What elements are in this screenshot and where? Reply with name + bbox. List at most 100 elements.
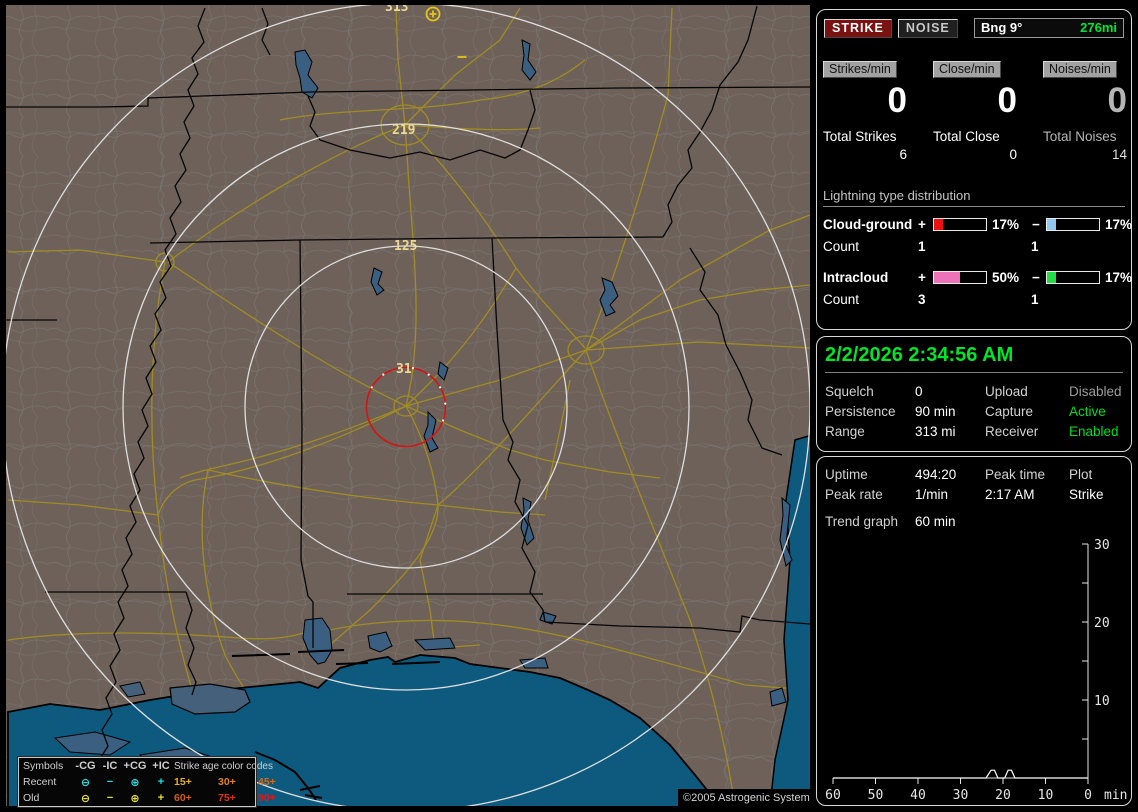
close-per-min-value: 0 <box>997 81 1017 120</box>
legend-col-neg-ic: -IC <box>102 760 118 772</box>
y-tick-20: 20 <box>1094 616 1110 631</box>
copyright-text: ©2005 Astrogenic Systems <box>683 792 812 804</box>
age-30: 30+ <box>218 776 236 788</box>
ic-positive-bar <box>933 270 987 284</box>
y-tick-10: 10 <box>1094 694 1110 709</box>
age-90: 90+ <box>258 792 276 804</box>
receiver-status: Enabled <box>1069 424 1119 439</box>
close-per-min-button[interactable]: Close/min <box>933 61 1001 78</box>
noises-per-min-button[interactable]: Noises/min <box>1043 61 1117 78</box>
ic-negative-pct: 17% <box>1105 269 1133 285</box>
squelch-value: 0 <box>915 384 923 399</box>
cg-negative-pct: 17% <box>1105 216 1133 232</box>
x-tick-10: 10 <box>1038 788 1054 803</box>
total-close-value: 0 <box>1009 147 1017 162</box>
strikes-column: Strikes/min 0 Total Strikes 6 <box>823 61 911 162</box>
legend-old-label: Old <box>23 792 40 804</box>
x-tick-30: 30 <box>953 788 969 803</box>
ic-positive-count: 3 <box>918 292 926 307</box>
old-pos-ic-icon: + <box>157 792 165 804</box>
minus-sign: − <box>1032 216 1040 232</box>
nexstorm-window: { "map": { "range_ring_labels": ["313", … <box>0 0 1138 812</box>
total-strikes-value: 6 <box>899 147 907 162</box>
trend-graph: 30 20 10 60 50 40 30 20 10 0 min <box>825 538 1127 803</box>
upload-status: Disabled <box>1069 384 1122 399</box>
ring-label-313: 313 <box>385 0 408 15</box>
intracloud-label: Intracloud <box>823 269 889 285</box>
datetime-display: 2/2/2026 2:34:56 AM <box>825 344 1123 373</box>
cg-positive-bar <box>933 217 987 231</box>
total-strikes-label: Total Strikes <box>823 129 897 144</box>
old-neg-ic-icon: − <box>106 792 114 804</box>
noises-column: Noises/min 0 Total Noises 14 <box>1043 61 1131 162</box>
age-75: 75+ <box>218 792 236 804</box>
bearing-value: Bng 9° <box>981 20 1023 35</box>
plot-value: Strike <box>1069 487 1104 502</box>
age-45: 45+ <box>258 776 276 788</box>
peak-time-value: 2:17 AM <box>985 487 1035 502</box>
peak-rate-value: 1/min <box>915 487 949 502</box>
ring-label-31: 31 <box>396 362 412 377</box>
persistence-label: Persistence <box>825 404 896 419</box>
old-neg-cg-icon: ⊖ <box>80 792 91 805</box>
receiver-label: Receiver <box>985 424 1039 439</box>
peak-time-label: Peak time <box>985 467 1046 482</box>
close-column: Close/min 0 Total Close 0 <box>933 61 1021 162</box>
cloud-ground-row: Cloud-ground + 17% − 17% <box>823 215 1132 233</box>
uptime-label: Uptime <box>825 467 868 482</box>
age-60: 60+ <box>174 792 192 804</box>
noises-per-min-value: 0 <box>1107 81 1127 120</box>
ic-negative-count: 1 <box>1031 292 1039 307</box>
capture-label: Capture <box>985 404 1034 419</box>
legend-col-pos-ic: +IC <box>152 760 170 772</box>
x-tick-20: 20 <box>995 788 1011 803</box>
cg-positive-pct: 17% <box>992 216 1020 232</box>
x-tick-40: 40 <box>910 788 926 803</box>
upload-label: Upload <box>985 384 1028 399</box>
strike-mode-button[interactable]: STRIKE <box>824 18 892 38</box>
y-tick-30: 30 <box>1094 538 1110 553</box>
plus-sign: + <box>918 269 926 285</box>
ic-positive-pct: 50% <box>992 269 1020 285</box>
legend-symbols-title: Symbols <box>23 760 64 772</box>
count-label: Count <box>823 239 860 254</box>
trend-series <box>833 769 1088 779</box>
count-label: Count <box>823 292 860 307</box>
age-15: 15+ <box>174 776 192 788</box>
ic-negative-bar <box>1046 270 1100 284</box>
squelch-label: Squelch <box>825 384 874 399</box>
uptime-value: 494:20 <box>915 467 957 482</box>
cloud-ground-count-row: Count 1 1 <box>823 239 1125 256</box>
lightning-map[interactable]: 313 219 125 31 ©2005 Astrogenic Systems <box>0 0 812 812</box>
cg-negative-count: 1 <box>1031 239 1039 254</box>
old-pos-cg-icon: ⊕ <box>130 792 140 805</box>
cg-negative-bar <box>1046 217 1100 231</box>
recent-pos-cg-icon: ⊕ <box>130 776 140 789</box>
x-tick-60: 60 <box>825 788 841 803</box>
x-tick-0: 0 <box>1084 788 1092 803</box>
strike-stats-panel: STRIKE NOISE Bng 9° 276mi Strikes/min 0 … <box>816 9 1132 330</box>
range-value: 313 mi <box>915 424 956 439</box>
trend-graph-value[interactable]: 60 min <box>915 514 1123 529</box>
intracloud-row: Intracloud + 50% − 17% <box>823 268 1132 286</box>
legend-col-pos-cg: +CG <box>123 760 147 772</box>
capture-status: Active <box>1069 404 1106 419</box>
plus-sign: + <box>918 216 926 232</box>
distribution-title: Lightning type distribution <box>823 188 1125 207</box>
ring-label-125: 125 <box>394 239 417 254</box>
strikes-per-min-value: 0 <box>887 81 907 120</box>
map-legend: Symbols -CG -IC +CG +IC Strike age color… <box>17 756 276 808</box>
cloud-ground-label: Cloud-ground <box>823 216 913 232</box>
noise-mode-button[interactable]: NOISE <box>897 18 958 38</box>
intracloud-count-row: Count 3 1 <box>823 292 1125 309</box>
strikes-per-min-button[interactable]: Strikes/min <box>823 61 897 78</box>
status-panel: 2/2/2026 2:34:56 AM Squelch 0 Upload Dis… <box>816 336 1132 452</box>
x-axis-unit: min <box>1104 788 1127 803</box>
total-noises-label: Total Noises <box>1043 129 1117 144</box>
trend-panel: Uptime 494:20 Peak time Plot Peak rate 1… <box>816 456 1132 806</box>
recent-neg-cg-icon: ⊖ <box>80 776 91 789</box>
bearing-readout: Bng 9° 276mi <box>974 18 1124 38</box>
total-noises-value: 14 <box>1111 147 1127 162</box>
cg-positive-count: 1 <box>918 239 926 254</box>
legend-col-neg-cg: -CG <box>75 760 96 772</box>
